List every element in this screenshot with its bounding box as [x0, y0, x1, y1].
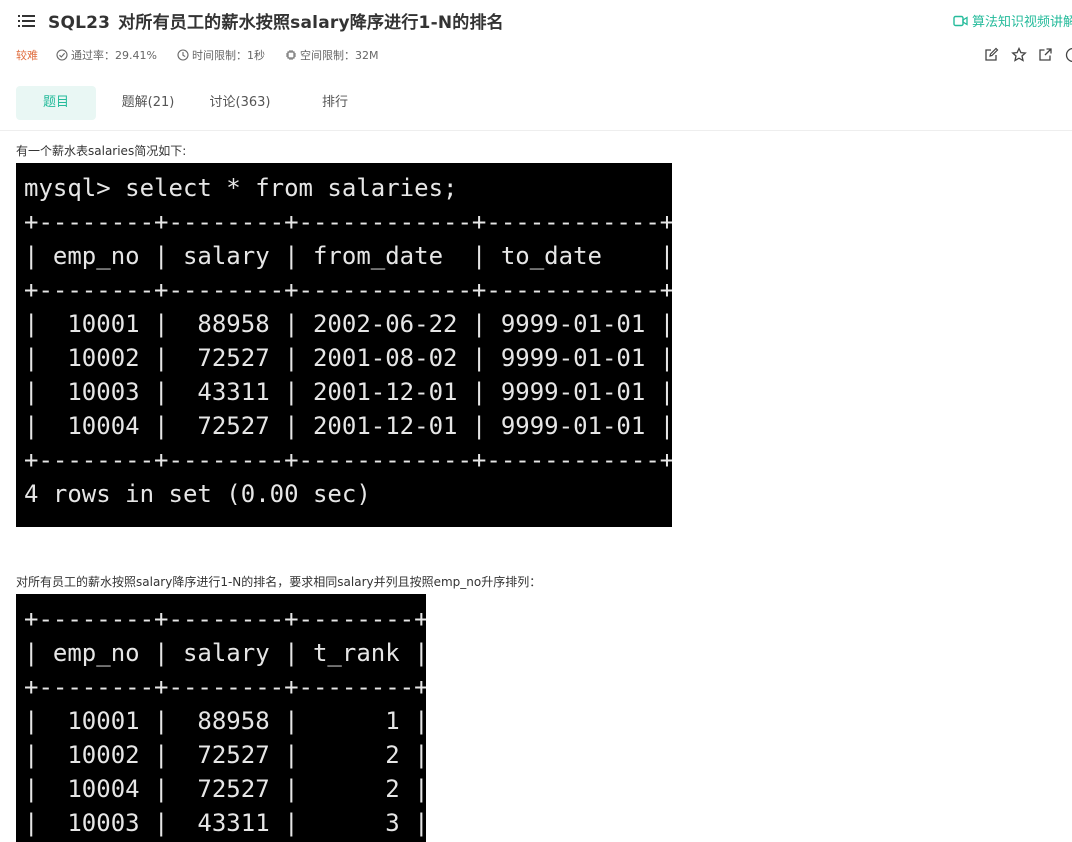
list-icon[interactable]: [18, 13, 36, 27]
requirement-text: 对所有员工的薪水按照salary降序进行1-N的排名，要求相同salary并列且…: [16, 574, 1056, 590]
problem-meta: 较难 通过率：29.41% 时间限制：1秒 空间限制：32M: [16, 47, 398, 63]
problem-tabs: 题目 题解(21) 讨论(363) 排行: [16, 86, 390, 120]
tab-discussion[interactable]: 讨论(363): [200, 86, 280, 120]
memory-icon: [285, 49, 297, 61]
memory-limit: 空间限制：32M: [285, 47, 379, 63]
difficulty-badge: 较难: [16, 47, 38, 63]
problem-code: SQL23: [48, 13, 110, 33]
problem-title: 对所有员工的薪水按照salary降序进行1-N的排名: [118, 13, 504, 33]
clock-icon: [177, 49, 189, 61]
tab-problem[interactable]: 题目: [16, 86, 96, 120]
problem-actions: [984, 47, 1072, 63]
check-circle-icon: [56, 49, 68, 61]
star-icon[interactable]: [1011, 47, 1027, 63]
video-icon: [953, 15, 968, 27]
page-title: SQL23 对所有员工的薪水按照salary降序进行1-N的排名: [48, 8, 504, 33]
description-text: 有一个薪水表salaries简况如下:: [16, 143, 1056, 159]
share-icon[interactable]: [1038, 47, 1054, 63]
time-limit: 时间限制：1秒: [177, 47, 265, 63]
tab-solutions[interactable]: 题解(21): [96, 86, 200, 120]
problem-header: SQL23 对所有员工的薪水按照salary降序进行1-N的排名 算法知识视频讲解…: [0, 0, 1072, 131]
pass-rate: 通过率：29.41%: [56, 47, 157, 63]
video-link-label: 算法知识视频讲解: [972, 11, 1072, 30]
time-limit-text: 时间限制：1秒: [192, 47, 265, 63]
pass-rate-text: 通过率：29.41%: [71, 47, 157, 63]
video-explanation-link[interactable]: 算法知识视频讲解: [953, 11, 1072, 30]
problem-description: 描述 有一个薪水表salaries简况如下: mysql> select * f…: [16, 118, 1056, 842]
memory-limit-text: 空间限制：32M: [300, 47, 379, 63]
expected-output-console: +--------+--------+--------+ | emp_no | …: [16, 594, 426, 842]
sample-table-console: mysql> select * from salaries; +--------…: [16, 163, 672, 527]
edit-icon[interactable]: [984, 47, 1000, 63]
tab-ranking[interactable]: 排行: [280, 86, 390, 120]
more-icon[interactable]: [1065, 47, 1072, 63]
